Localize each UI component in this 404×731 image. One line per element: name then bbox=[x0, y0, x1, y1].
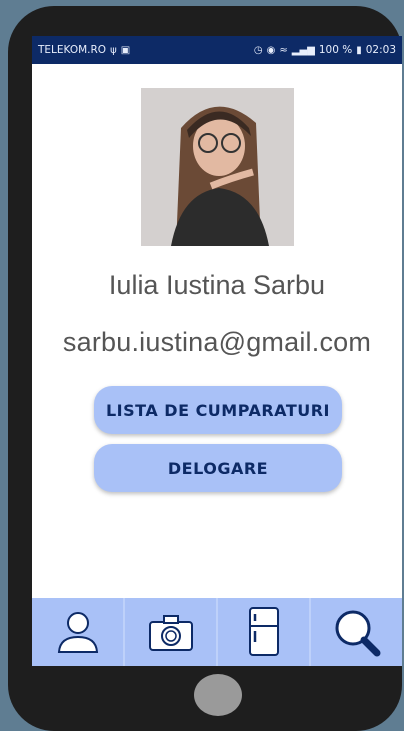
image-notification-icon: ▣ bbox=[120, 44, 131, 56]
nav-item-search[interactable] bbox=[311, 598, 402, 666]
carrier-name: TELEKOM.RO bbox=[38, 44, 107, 56]
profile-photo bbox=[141, 88, 294, 246]
eye-icon: ◉ bbox=[266, 44, 276, 56]
clock: 02:03 bbox=[365, 44, 396, 56]
battery-percent: 100 % bbox=[318, 44, 353, 56]
status-right: ◷ ◉ ≈ ▂▄▆ 100 % ▮ 02:03 bbox=[254, 44, 396, 56]
bottom-nav bbox=[32, 598, 402, 666]
phone-frame: TELEKOM.RO ψ ▣ ◷ ◉ ≈ ▂▄▆ 100 % ▮ 02:03 I… bbox=[8, 6, 402, 731]
shopping-list-button[interactable]: LISTA DE CUMPARATURI bbox=[94, 386, 342, 434]
logout-button[interactable]: DELOGARE bbox=[94, 444, 342, 492]
person-icon bbox=[57, 612, 98, 653]
wifi-icon: ≈ bbox=[279, 44, 288, 56]
nav-item-camera[interactable] bbox=[125, 598, 218, 666]
status-bar: TELEKOM.RO ψ ▣ ◷ ◉ ≈ ▂▄▆ 100 % ▮ 02:03 bbox=[32, 36, 402, 64]
user-email: sarbu.iustina@gmail.com bbox=[62, 327, 372, 357]
battery-icon: ▮ bbox=[356, 44, 362, 56]
profile-photo-illustration bbox=[141, 88, 294, 246]
usb-icon: ψ bbox=[110, 44, 117, 56]
home-button[interactable] bbox=[194, 674, 242, 716]
nav-item-profile[interactable] bbox=[32, 598, 125, 666]
search-icon bbox=[335, 610, 380, 657]
nav-item-fridge[interactable] bbox=[218, 598, 311, 666]
fridge-icon bbox=[248, 607, 279, 656]
status-left: TELEKOM.RO ψ ▣ bbox=[38, 44, 130, 56]
alarm-icon: ◷ bbox=[253, 44, 263, 56]
signal-icon: ▂▄▆ bbox=[291, 44, 315, 56]
camera-icon bbox=[148, 615, 193, 651]
screen: TELEKOM.RO ψ ▣ ◷ ◉ ≈ ▂▄▆ 100 % ▮ 02:03 I… bbox=[32, 36, 402, 666]
user-name: Iulia Iustina Sarbu bbox=[108, 270, 326, 300]
